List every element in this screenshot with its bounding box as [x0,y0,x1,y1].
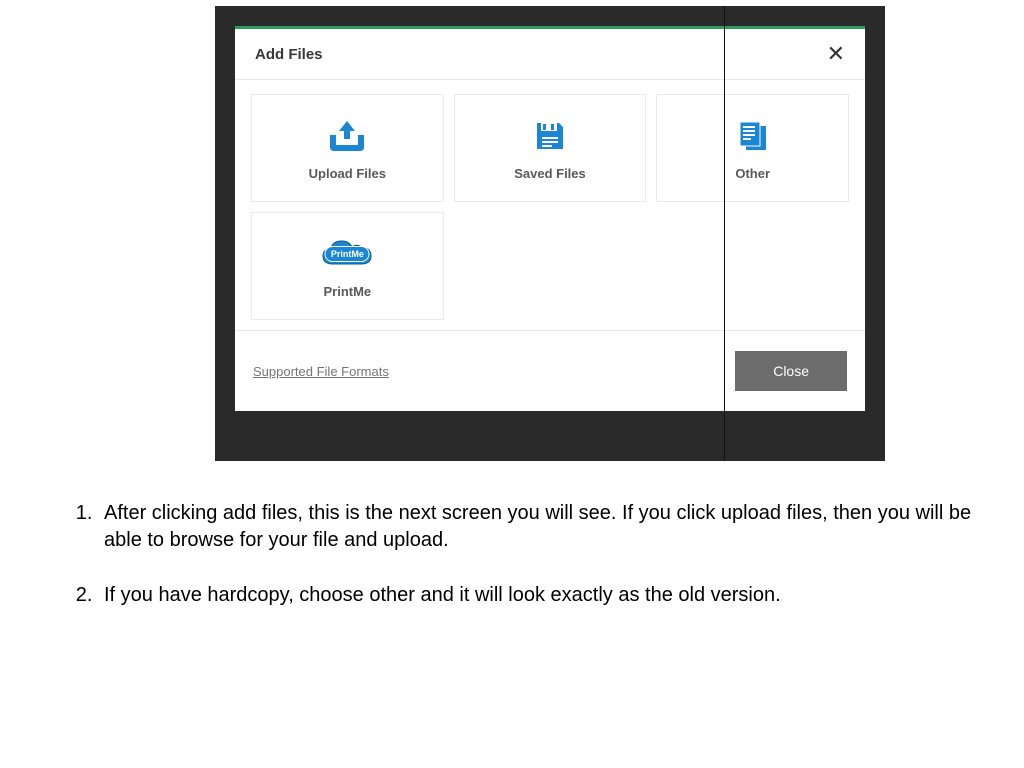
saved-files-option[interactable]: Saved Files [454,94,647,202]
dark-frame: Add Files ✕ Upload Files [215,6,885,461]
documents-icon [736,116,770,156]
modal-header: Add Files ✕ [235,29,865,80]
printme-cloud-icon: PrintMe [319,234,375,274]
modal-footer: Supported File Formats Close [235,330,865,411]
add-files-modal: Add Files ✕ Upload Files [235,26,865,411]
instructions-block: After clicking add files, this is the ne… [60,500,994,637]
other-label: Other [735,166,770,181]
save-icon [535,116,565,156]
upload-icon [326,116,368,156]
supported-formats-link[interactable]: Supported File Formats [253,364,389,379]
upload-files-option[interactable]: Upload Files [251,94,444,202]
modal-title: Add Files [255,46,323,63]
other-option[interactable]: Other [656,94,849,202]
saved-files-label: Saved Files [514,166,586,181]
instruction-item-1: After clicking add files, this is the ne… [98,500,994,554]
options-grid: Upload Files Saved Files [235,80,865,330]
instruction-item-2: If you have hardcopy, choose other and i… [98,582,994,609]
close-icon[interactable]: ✕ [827,43,845,65]
printme-label: PrintMe [323,284,371,299]
printme-badge-text: PrintMe [325,246,370,262]
decorative-line [724,6,725,461]
upload-files-label: Upload Files [309,166,386,181]
printme-option[interactable]: PrintMe PrintMe [251,212,444,320]
close-button[interactable]: Close [735,351,847,391]
